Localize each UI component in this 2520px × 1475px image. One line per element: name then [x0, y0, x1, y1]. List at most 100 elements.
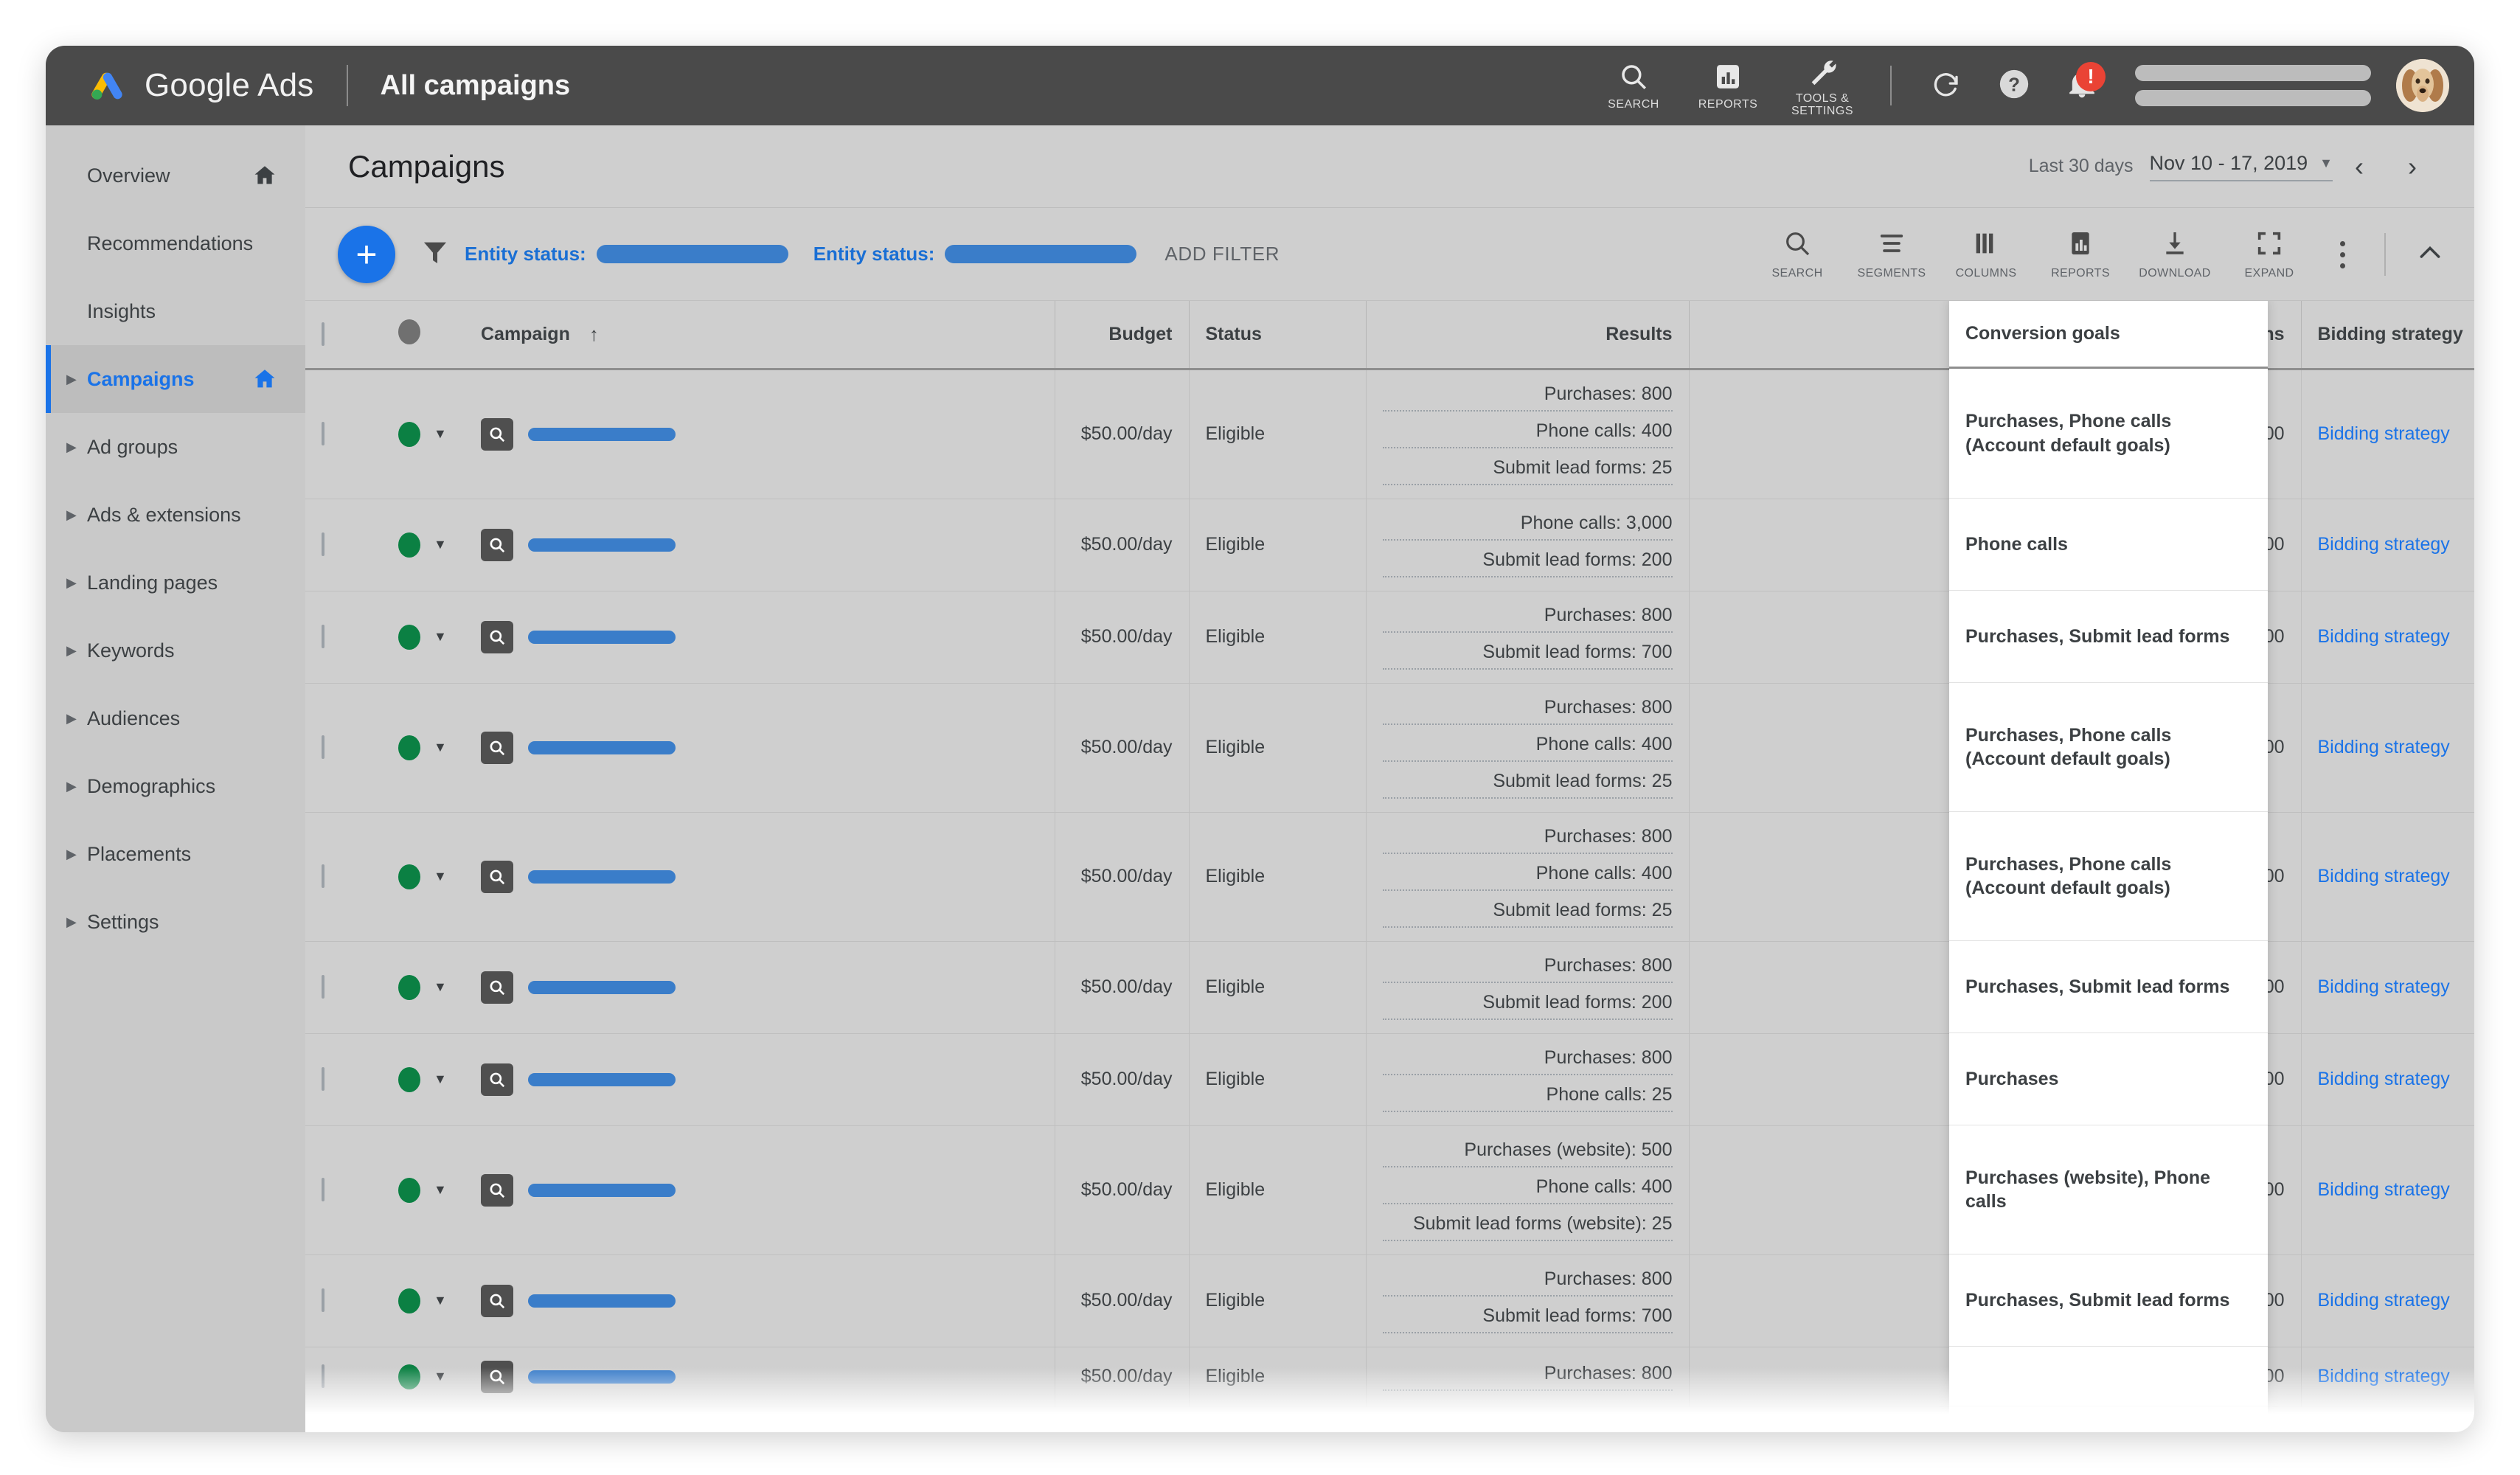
row-checkbox[interactable] — [322, 532, 324, 556]
sidebar-item-overview[interactable]: Overview — [46, 142, 305, 209]
row-status-cell[interactable]: ▼ — [382, 499, 465, 591]
campaign-name-cell[interactable] — [465, 499, 1055, 591]
refresh-button[interactable] — [1912, 46, 1980, 125]
bidding-strategy-link[interactable]: Bidding strategy — [2318, 1179, 2450, 1200]
add-filter-button[interactable]: ADD FILTER — [1164, 243, 1280, 266]
table-search-button[interactable]: SEARCH — [1750, 208, 1844, 301]
row-status-cell[interactable]: ▼ — [382, 941, 465, 1033]
campaign-name-cell[interactable] — [465, 1254, 1055, 1347]
expand-caret-icon[interactable]: ▶ — [66, 779, 77, 794]
campaign-name-cell[interactable] — [465, 941, 1055, 1033]
bidding-strategy-link[interactable]: Bidding strategy — [2318, 1290, 2450, 1311]
previous-period-button[interactable]: ‹ — [2333, 140, 2386, 193]
bidding-strategy-cell[interactable]: Bidding strategy — [2301, 1347, 2474, 1406]
sidebar-item-insights[interactable]: Insights — [46, 277, 305, 345]
chevron-down-icon[interactable]: ▼ — [434, 426, 447, 442]
row-select-cell[interactable] — [305, 812, 382, 941]
table-expand-button[interactable]: EXPAND — [2222, 208, 2316, 301]
topbar-reports-button[interactable]: REPORTS — [1681, 46, 1775, 125]
row-status-cell[interactable]: ▼ — [382, 812, 465, 941]
expand-caret-icon[interactable]: ▶ — [66, 440, 77, 455]
row-status-cell[interactable]: ▼ — [382, 683, 465, 812]
row-checkbox[interactable] — [322, 1288, 324, 1312]
row-select-cell[interactable] — [305, 499, 382, 591]
budget-cell[interactable]: $50.00/day — [1055, 1254, 1189, 1347]
bidding-strategy-link[interactable]: Bidding strategy — [2318, 626, 2450, 647]
bidding-strategy-cell[interactable]: Bidding strategy — [2301, 812, 2474, 941]
table-columns-button[interactable]: COLUMNS — [1939, 208, 2033, 301]
bidding-strategy-link[interactable]: Bidding strategy — [2318, 1366, 2450, 1386]
row-checkbox[interactable] — [322, 1364, 324, 1388]
campaign-name-cell[interactable] — [465, 812, 1055, 941]
budget-cell[interactable]: $50.00/day — [1055, 369, 1189, 499]
expand-caret-icon[interactable]: ▶ — [66, 847, 77, 862]
chevron-down-icon[interactable]: ▼ — [434, 537, 447, 552]
row-status-cell[interactable]: ▼ — [382, 369, 465, 499]
brand-block[interactable]: Google Ads — [86, 64, 314, 107]
new-campaign-button[interactable]: + — [338, 226, 395, 283]
budget-cell[interactable]: $50.00/day — [1055, 591, 1189, 683]
bidding-strategy-cell[interactable]: Bidding strategy — [2301, 591, 2474, 683]
bidding-strategy-link[interactable]: Bidding strategy — [2318, 866, 2450, 886]
row-status-cell[interactable]: ▼ — [382, 591, 465, 683]
campaign-name-cell[interactable] — [465, 683, 1055, 812]
expand-caret-icon[interactable]: ▶ — [66, 507, 77, 523]
budget-cell[interactable]: $50.00/day — [1055, 499, 1189, 591]
notifications-button[interactable]: ! — [2048, 46, 2116, 125]
avatar[interactable] — [2396, 59, 2449, 112]
sidebar-item-recommendations[interactable]: Recommendations — [46, 209, 305, 277]
expand-caret-icon[interactable]: ▶ — [66, 372, 77, 387]
campaign-column-header[interactable]: Campaign ↑ — [465, 301, 1055, 369]
sidebar-item-keywords[interactable]: ▶ Keywords — [46, 617, 305, 684]
sidebar-item-landing-pages[interactable]: ▶ Landing pages — [46, 549, 305, 617]
filter-chip-entity-status-2[interactable]: Entity status: — [813, 243, 1137, 266]
status-column-header[interactable]: Status — [1189, 301, 1366, 369]
sidebar-item-ads-extensions[interactable]: ▶ Ads & extensions — [46, 481, 305, 549]
chevron-down-icon[interactable]: ▼ — [434, 1182, 447, 1198]
bidding-strategy-link[interactable]: Bidding strategy — [2318, 737, 2450, 757]
row-select-cell[interactable] — [305, 1254, 382, 1347]
row-status-cell[interactable]: ▼ — [382, 1347, 465, 1406]
bidding-strategy-cell[interactable]: Bidding strategy — [2301, 1254, 2474, 1347]
campaign-name-cell[interactable] — [465, 1125, 1055, 1254]
chevron-down-icon[interactable]: ▼ — [434, 1369, 447, 1384]
select-all-checkbox[interactable] — [322, 322, 324, 346]
row-select-cell[interactable] — [305, 1347, 382, 1406]
campaign-name-cell[interactable] — [465, 591, 1055, 683]
expand-caret-icon[interactable]: ▶ — [66, 711, 77, 726]
bidding-strategy-link[interactable]: Bidding strategy — [2318, 423, 2450, 444]
results-column-header[interactable]: Results — [1366, 301, 1689, 369]
row-checkbox[interactable] — [322, 1178, 324, 1201]
sidebar-item-audiences[interactable]: ▶ Audiences — [46, 684, 305, 752]
more-vert-icon[interactable] — [2316, 208, 2368, 301]
chevron-down-icon[interactable]: ▼ — [434, 1072, 447, 1087]
row-checkbox[interactable] — [322, 1067, 324, 1091]
bidding-strategy-cell[interactable]: Bidding strategy — [2301, 683, 2474, 812]
row-checkbox[interactable] — [322, 864, 324, 888]
bidding-strategy-cell[interactable]: Bidding strategy — [2301, 1125, 2474, 1254]
sidebar-item-ad-groups[interactable]: ▶ Ad groups — [46, 413, 305, 481]
budget-cell[interactable]: $50.00/day — [1055, 1033, 1189, 1125]
sidebar-item-campaigns[interactable]: ▶ Campaigns — [46, 345, 305, 413]
row-checkbox[interactable] — [322, 422, 324, 445]
row-select-cell[interactable] — [305, 941, 382, 1033]
topbar-tools-settings-button[interactable]: TOOLS & SETTINGS — [1775, 46, 1870, 125]
row-select-cell[interactable] — [305, 369, 382, 499]
budget-cell[interactable]: $50.00/day — [1055, 1125, 1189, 1254]
date-range-picker[interactable]: Nov 10 - 17, 2019 ▼ — [2150, 152, 2333, 181]
collapse-panel-button[interactable] — [2402, 208, 2458, 301]
row-status-cell[interactable]: ▼ — [382, 1125, 465, 1254]
sidebar-item-demographics[interactable]: ▶ Demographics — [46, 752, 305, 820]
bidding-strategy-link[interactable]: Bidding strategy — [2318, 976, 2450, 997]
campaign-name-cell[interactable] — [465, 369, 1055, 499]
budget-cell[interactable]: $50.00/day — [1055, 1347, 1189, 1406]
expand-caret-icon[interactable]: ▶ — [66, 575, 77, 591]
row-select-cell[interactable] — [305, 683, 382, 812]
table-reports-button[interactable]: REPORTS — [2033, 208, 2128, 301]
bidding-strategy-cell[interactable]: Bidding strategy — [2301, 1033, 2474, 1125]
table-download-button[interactable]: DOWNLOAD — [2128, 208, 2222, 301]
sidebar-item-settings[interactable]: ▶ Settings — [46, 888, 305, 956]
next-period-button[interactable]: › — [2386, 140, 2439, 193]
bidding-strategy-cell[interactable]: Bidding strategy — [2301, 369, 2474, 499]
bidding-strategy-cell[interactable]: Bidding strategy — [2301, 941, 2474, 1033]
